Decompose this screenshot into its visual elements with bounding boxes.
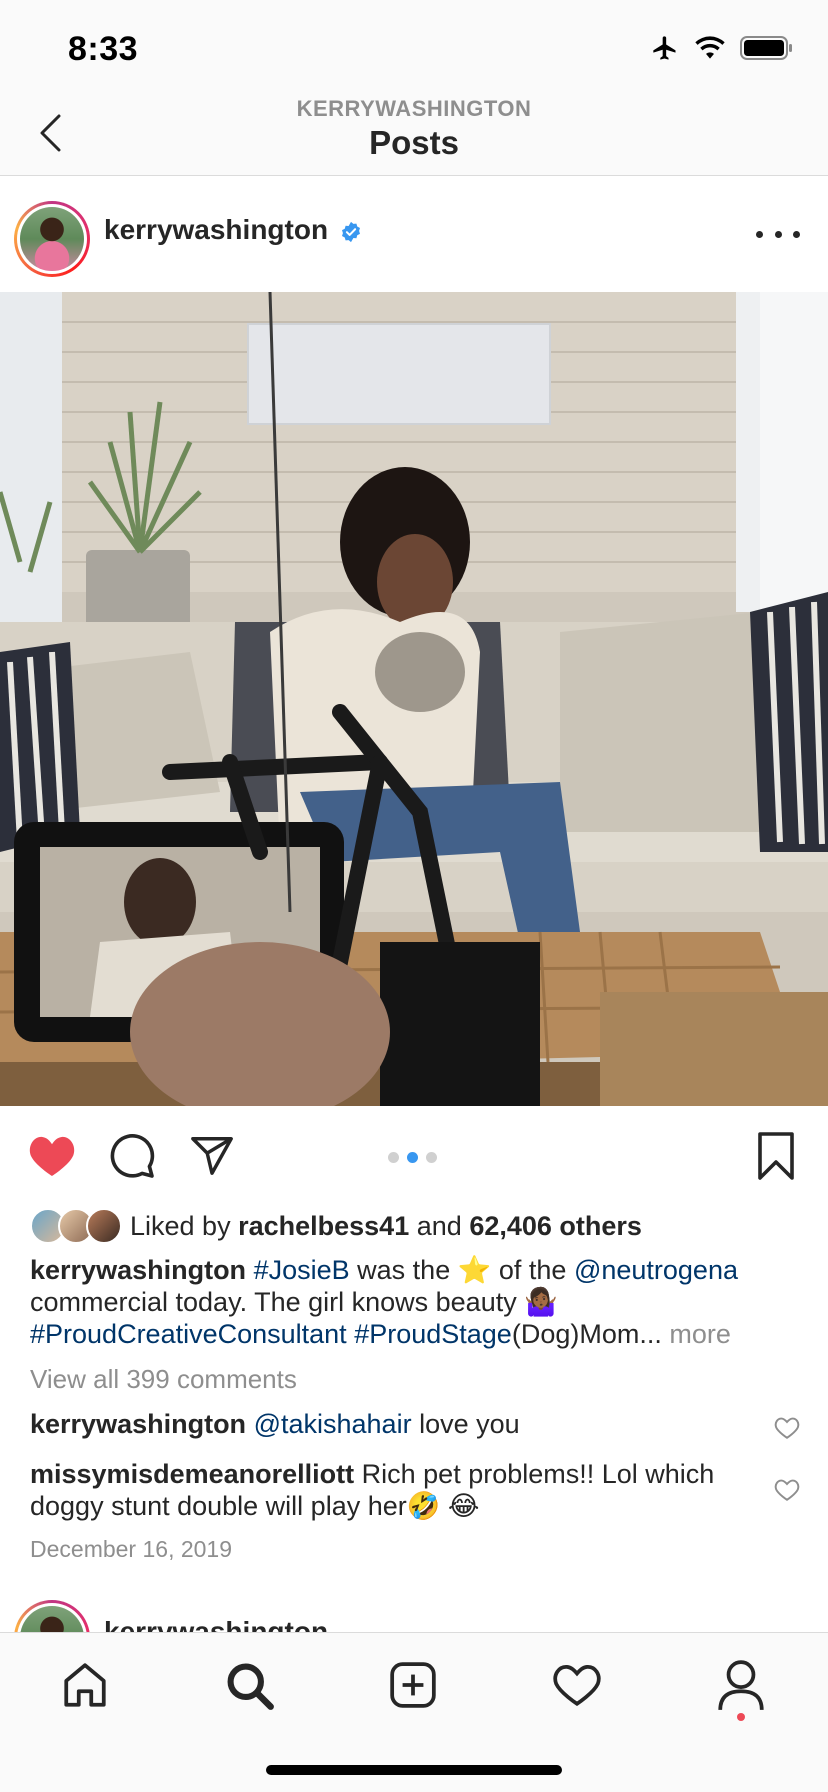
post-username[interactable]: kerrywashington	[104, 214, 328, 246]
carousel-dot-active	[407, 1152, 418, 1163]
comment-like-icon[interactable]	[774, 1416, 800, 1440]
post-body: Liked by rachelbess41 and 62,406 others …	[0, 1196, 828, 1632]
comment-button[interactable]	[104, 1128, 160, 1184]
chevron-left-icon	[40, 114, 61, 152]
page-title: Posts	[369, 124, 459, 161]
likes-text: Liked by rachelbess41 and 62,406 others	[130, 1211, 642, 1242]
caption-text: of the	[498, 1255, 567, 1285]
hashtag-link[interactable]: #JosieB	[254, 1255, 350, 1285]
laughing-emojis: 🤣 😂	[406, 1491, 480, 1521]
next-post-username[interactable]: kerrywashington	[104, 1614, 344, 1632]
caption: kerrywashington #JosieB was the ⭐ of the…	[30, 1254, 800, 1350]
send-icon	[191, 1137, 233, 1175]
verified-badge-icon	[342, 221, 360, 243]
comment-icon	[110, 1134, 155, 1178]
tab-bar	[0, 1632, 828, 1792]
caption-more-link[interactable]: more	[669, 1319, 731, 1349]
caption-text: commercial today. The girl knows beauty	[30, 1287, 517, 1317]
hashtag-link[interactable]: #ProudCreativeConsultant	[30, 1319, 347, 1349]
shrug-emoji: 🤷🏾‍♀️	[524, 1287, 558, 1317]
save-button[interactable]	[748, 1128, 804, 1184]
carousel-dot	[388, 1152, 399, 1163]
post-actions	[0, 1106, 828, 1206]
back-button[interactable]	[30, 108, 70, 158]
tab-profile[interactable]	[711, 1655, 771, 1715]
comment-username[interactable]: missymisdemeanorelliott	[30, 1459, 354, 1489]
post-date: December 16, 2019	[30, 1536, 233, 1562]
bookmark-icon	[758, 1132, 794, 1180]
like-button[interactable]	[24, 1128, 80, 1184]
liker-avatars	[30, 1208, 122, 1244]
profile-icon	[718, 1660, 764, 1711]
home-indicator	[266, 1765, 562, 1775]
airplane-icon	[653, 36, 676, 60]
avatar	[86, 1208, 122, 1244]
likes-row[interactable]: Liked by rachelbess41 and 62,406 others	[30, 1206, 642, 1246]
more-options-button[interactable]	[756, 222, 800, 246]
likes-prefix: Liked by	[130, 1210, 231, 1241]
tab-home[interactable]	[55, 1655, 115, 1715]
battery-icon	[740, 36, 792, 60]
nav-header: KERRYWASHINGTON Posts	[0, 96, 828, 176]
post-photo-illustration	[0, 292, 828, 1106]
caption-text: was the	[357, 1255, 451, 1285]
mention-link[interactable]: @takishahair	[254, 1409, 412, 1439]
carousel-dot	[426, 1152, 437, 1163]
status-icons	[650, 34, 794, 62]
tab-activity[interactable]	[547, 1655, 607, 1715]
notification-dot	[737, 1713, 745, 1721]
liker-username[interactable]: rachelbess41	[238, 1211, 409, 1241]
share-button[interactable]	[184, 1128, 240, 1184]
carousel-indicator	[388, 1152, 437, 1163]
comment-row: kerrywashington @takishahair love you	[30, 1408, 750, 1440]
caption-username[interactable]: kerrywashington	[30, 1255, 246, 1285]
post-header: kerrywashington	[0, 176, 828, 292]
status-time: 8:33	[68, 30, 139, 68]
tab-new-post[interactable]	[383, 1655, 443, 1715]
comment-like-icon[interactable]	[774, 1478, 800, 1502]
caption-text: (Dog)Mom...	[511, 1319, 662, 1349]
add-post-icon	[390, 1662, 436, 1708]
post-image[interactable]	[0, 292, 828, 1106]
comment-row: missymisdemeanorelliott Rich pet problem…	[30, 1458, 750, 1522]
heart-filled-icon	[29, 1136, 75, 1176]
header-subtitle: KERRYWASHINGTON	[296, 96, 532, 121]
avatar[interactable]	[14, 201, 90, 277]
mention-link[interactable]: @neutrogena	[574, 1255, 738, 1285]
star-emoji: ⭐	[457, 1255, 492, 1285]
view-all-comments-link[interactable]: View all 399 comments	[30, 1364, 297, 1395]
home-icon	[64, 1663, 106, 1707]
status-bar: 8:33	[0, 0, 828, 96]
likes-count[interactable]: 62,406 others	[469, 1211, 642, 1241]
likes-and: and	[416, 1210, 462, 1241]
search-icon	[227, 1663, 274, 1710]
hashtag-link[interactable]: #ProudStage	[354, 1319, 512, 1349]
tab-search[interactable]	[219, 1655, 279, 1715]
comment-text: love you	[419, 1409, 520, 1439]
wifi-icon	[695, 36, 725, 59]
comment-username[interactable]: kerrywashington	[30, 1409, 246, 1439]
heart-icon	[553, 1665, 601, 1706]
